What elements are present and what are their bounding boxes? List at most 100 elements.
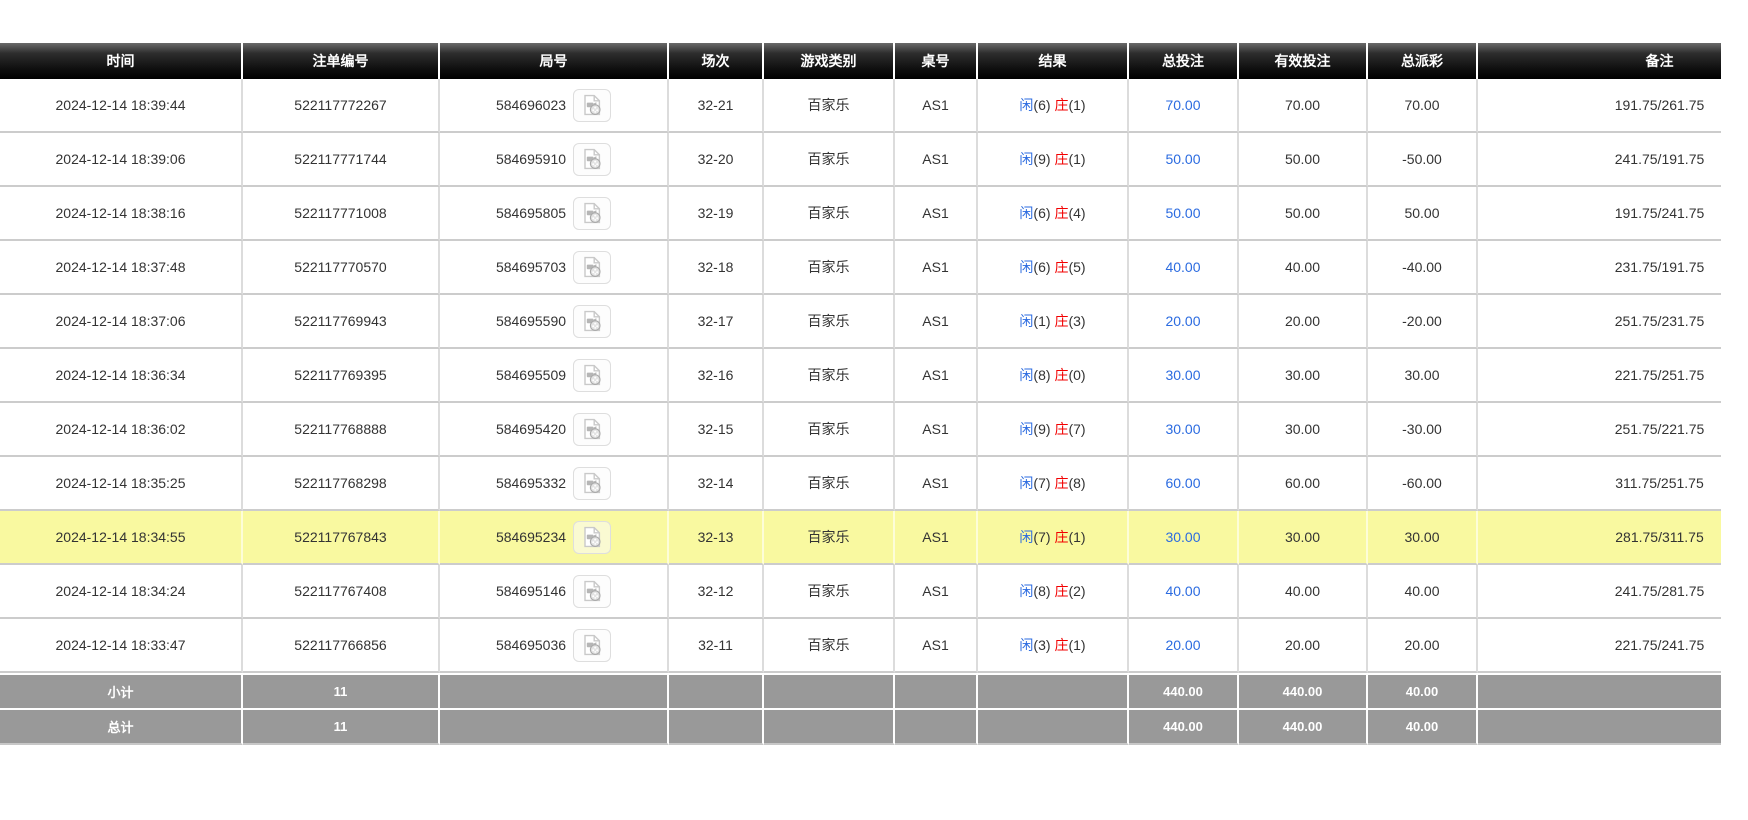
col-header-payout: 总派彩 — [1368, 43, 1478, 79]
time-cell: 2024-12-14 18:38:16 — [0, 187, 243, 241]
banker-points: (2) — [1068, 583, 1085, 599]
table-row[interactable]: 2024-12-14 18:37:06 522117769943 5846955… — [0, 295, 1721, 349]
banker-points: (7) — [1068, 421, 1085, 437]
video-playback-icon — [580, 201, 604, 225]
banker-points: (4) — [1068, 205, 1085, 221]
time-cell: 2024-12-14 18:33:47 — [0, 619, 243, 673]
banker-label: 庄 — [1054, 367, 1068, 383]
total-bet-link[interactable]: 30.00 — [1165, 367, 1200, 383]
player-points: (6) — [1033, 205, 1050, 221]
table-row[interactable]: 2024-12-14 18:36:34 522117769395 5846955… — [0, 349, 1721, 403]
player-points: (7) — [1033, 475, 1050, 491]
player-label: 闲 — [1019, 637, 1033, 653]
table-row[interactable]: 2024-12-14 18:34:55 522117767843 5846952… — [0, 511, 1721, 565]
session-cell: 32-15 — [669, 403, 764, 457]
payout-cell: 30.00 — [1368, 349, 1478, 403]
banker-label: 庄 — [1054, 259, 1068, 275]
table-row[interactable]: 2024-12-14 18:34:24 522117767408 5846951… — [0, 565, 1721, 619]
table-row[interactable]: 2024-12-14 18:36:02 522117768888 5846954… — [0, 403, 1721, 457]
time-cell: 2024-12-14 18:36:02 — [0, 403, 243, 457]
player-label: 闲 — [1019, 583, 1033, 599]
payout-cell: -30.00 — [1368, 403, 1478, 457]
result-cell: 闲(7) 庄(8) — [978, 457, 1129, 511]
col-header-game-type: 游戏类别 — [764, 43, 895, 79]
result-cell: 闲(8) 庄(0) — [978, 349, 1129, 403]
video-replay-button[interactable] — [573, 143, 611, 176]
round-id-cell: 584695146 — [440, 565, 669, 619]
player-points: (6) — [1033, 97, 1050, 113]
col-header-session: 场次 — [669, 43, 764, 79]
result-cell: 闲(8) 庄(2) — [978, 565, 1129, 619]
total-bet-link[interactable]: 50.00 — [1165, 151, 1200, 167]
remark-cell: 251.75/231.75 — [1478, 295, 1721, 349]
table-row[interactable]: 2024-12-14 18:33:47 522117766856 5846950… — [0, 619, 1721, 673]
grand-total-payout: 40.00 — [1368, 708, 1478, 745]
banker-points: (0) — [1068, 367, 1085, 383]
total-bet-link[interactable]: 30.00 — [1165, 421, 1200, 437]
banker-label: 庄 — [1054, 313, 1068, 329]
remark-cell: 281.75/311.75 — [1478, 511, 1721, 565]
session-cell: 32-20 — [669, 133, 764, 187]
banker-label: 庄 — [1054, 637, 1068, 653]
table-id-cell: AS1 — [895, 187, 978, 241]
banker-label: 庄 — [1054, 205, 1068, 221]
remark-cell: 221.75/241.75 — [1478, 619, 1721, 673]
table-row[interactable]: 2024-12-14 18:39:06 522117771744 5846959… — [0, 133, 1721, 187]
video-replay-button[interactable] — [573, 197, 611, 230]
video-replay-button[interactable] — [573, 305, 611, 338]
video-replay-button[interactable] — [573, 629, 611, 662]
bet-history-table: 时间 注单编号 局号 场次 游戏类别 桌号 结果 总投注 有效投注 总派彩 备注… — [0, 43, 1721, 745]
video-replay-button[interactable] — [573, 89, 611, 122]
game-type-cell: 百家乐 — [764, 79, 895, 133]
total-bet-link[interactable]: 50.00 — [1165, 205, 1200, 221]
table-id-cell: AS1 — [895, 295, 978, 349]
result-cell: 闲(9) 庄(7) — [978, 403, 1129, 457]
payout-cell: 70.00 — [1368, 79, 1478, 133]
player-points: (1) — [1033, 313, 1050, 329]
total-bet-cell: 30.00 — [1129, 349, 1239, 403]
round-id-cell: 584695805 — [440, 187, 669, 241]
round-id-cell: 584695910 — [440, 133, 669, 187]
total-bet-cell: 70.00 — [1129, 79, 1239, 133]
table-row[interactable]: 2024-12-14 18:35:25 522117768298 5846953… — [0, 457, 1721, 511]
banker-points: (1) — [1068, 637, 1085, 653]
valid-bet-cell: 30.00 — [1239, 349, 1368, 403]
player-label: 闲 — [1019, 205, 1033, 221]
video-replay-button[interactable] — [573, 467, 611, 500]
total-bet-link[interactable]: 40.00 — [1165, 583, 1200, 599]
video-replay-button[interactable] — [573, 251, 611, 284]
video-replay-button[interactable] — [573, 413, 611, 446]
table-body: 2024-12-14 18:39:44 522117772267 5846960… — [0, 79, 1721, 673]
video-replay-button[interactable] — [573, 521, 611, 554]
total-bet-link[interactable]: 20.00 — [1165, 313, 1200, 329]
video-replay-button[interactable] — [573, 575, 611, 608]
round-id-value: 584695420 — [496, 421, 566, 437]
col-header-round-id: 局号 — [440, 43, 669, 79]
video-playback-icon — [580, 579, 604, 603]
player-points: (8) — [1033, 367, 1050, 383]
video-playback-icon — [580, 363, 604, 387]
table-row[interactable]: 2024-12-14 18:38:16 522117771008 5846958… — [0, 187, 1721, 241]
total-bet-link[interactable]: 30.00 — [1165, 529, 1200, 545]
table-row[interactable]: 2024-12-14 18:39:44 522117772267 5846960… — [0, 79, 1721, 133]
round-id-value: 584695509 — [496, 367, 566, 383]
round-id-value: 584695036 — [496, 637, 566, 653]
total-bet-link[interactable]: 20.00 — [1165, 637, 1200, 653]
valid-bet-cell: 30.00 — [1239, 403, 1368, 457]
result-cell: 闲(7) 庄(1) — [978, 511, 1129, 565]
video-replay-button[interactable] — [573, 359, 611, 392]
game-type-cell: 百家乐 — [764, 403, 895, 457]
total-bet-link[interactable]: 40.00 — [1165, 259, 1200, 275]
payout-cell: 40.00 — [1368, 565, 1478, 619]
total-bet-link[interactable]: 60.00 — [1165, 475, 1200, 491]
subtotal-valid-bet: 440.00 — [1239, 673, 1368, 708]
player-points: (9) — [1033, 151, 1050, 167]
valid-bet-cell: 70.00 — [1239, 79, 1368, 133]
total-bet-link[interactable]: 70.00 — [1165, 97, 1200, 113]
video-playback-icon — [580, 417, 604, 441]
remark-cell: 231.75/191.75 — [1478, 241, 1721, 295]
table-id-cell: AS1 — [895, 133, 978, 187]
table-row[interactable]: 2024-12-14 18:37:48 522117770570 5846957… — [0, 241, 1721, 295]
payout-cell: -60.00 — [1368, 457, 1478, 511]
table-id-cell: AS1 — [895, 403, 978, 457]
